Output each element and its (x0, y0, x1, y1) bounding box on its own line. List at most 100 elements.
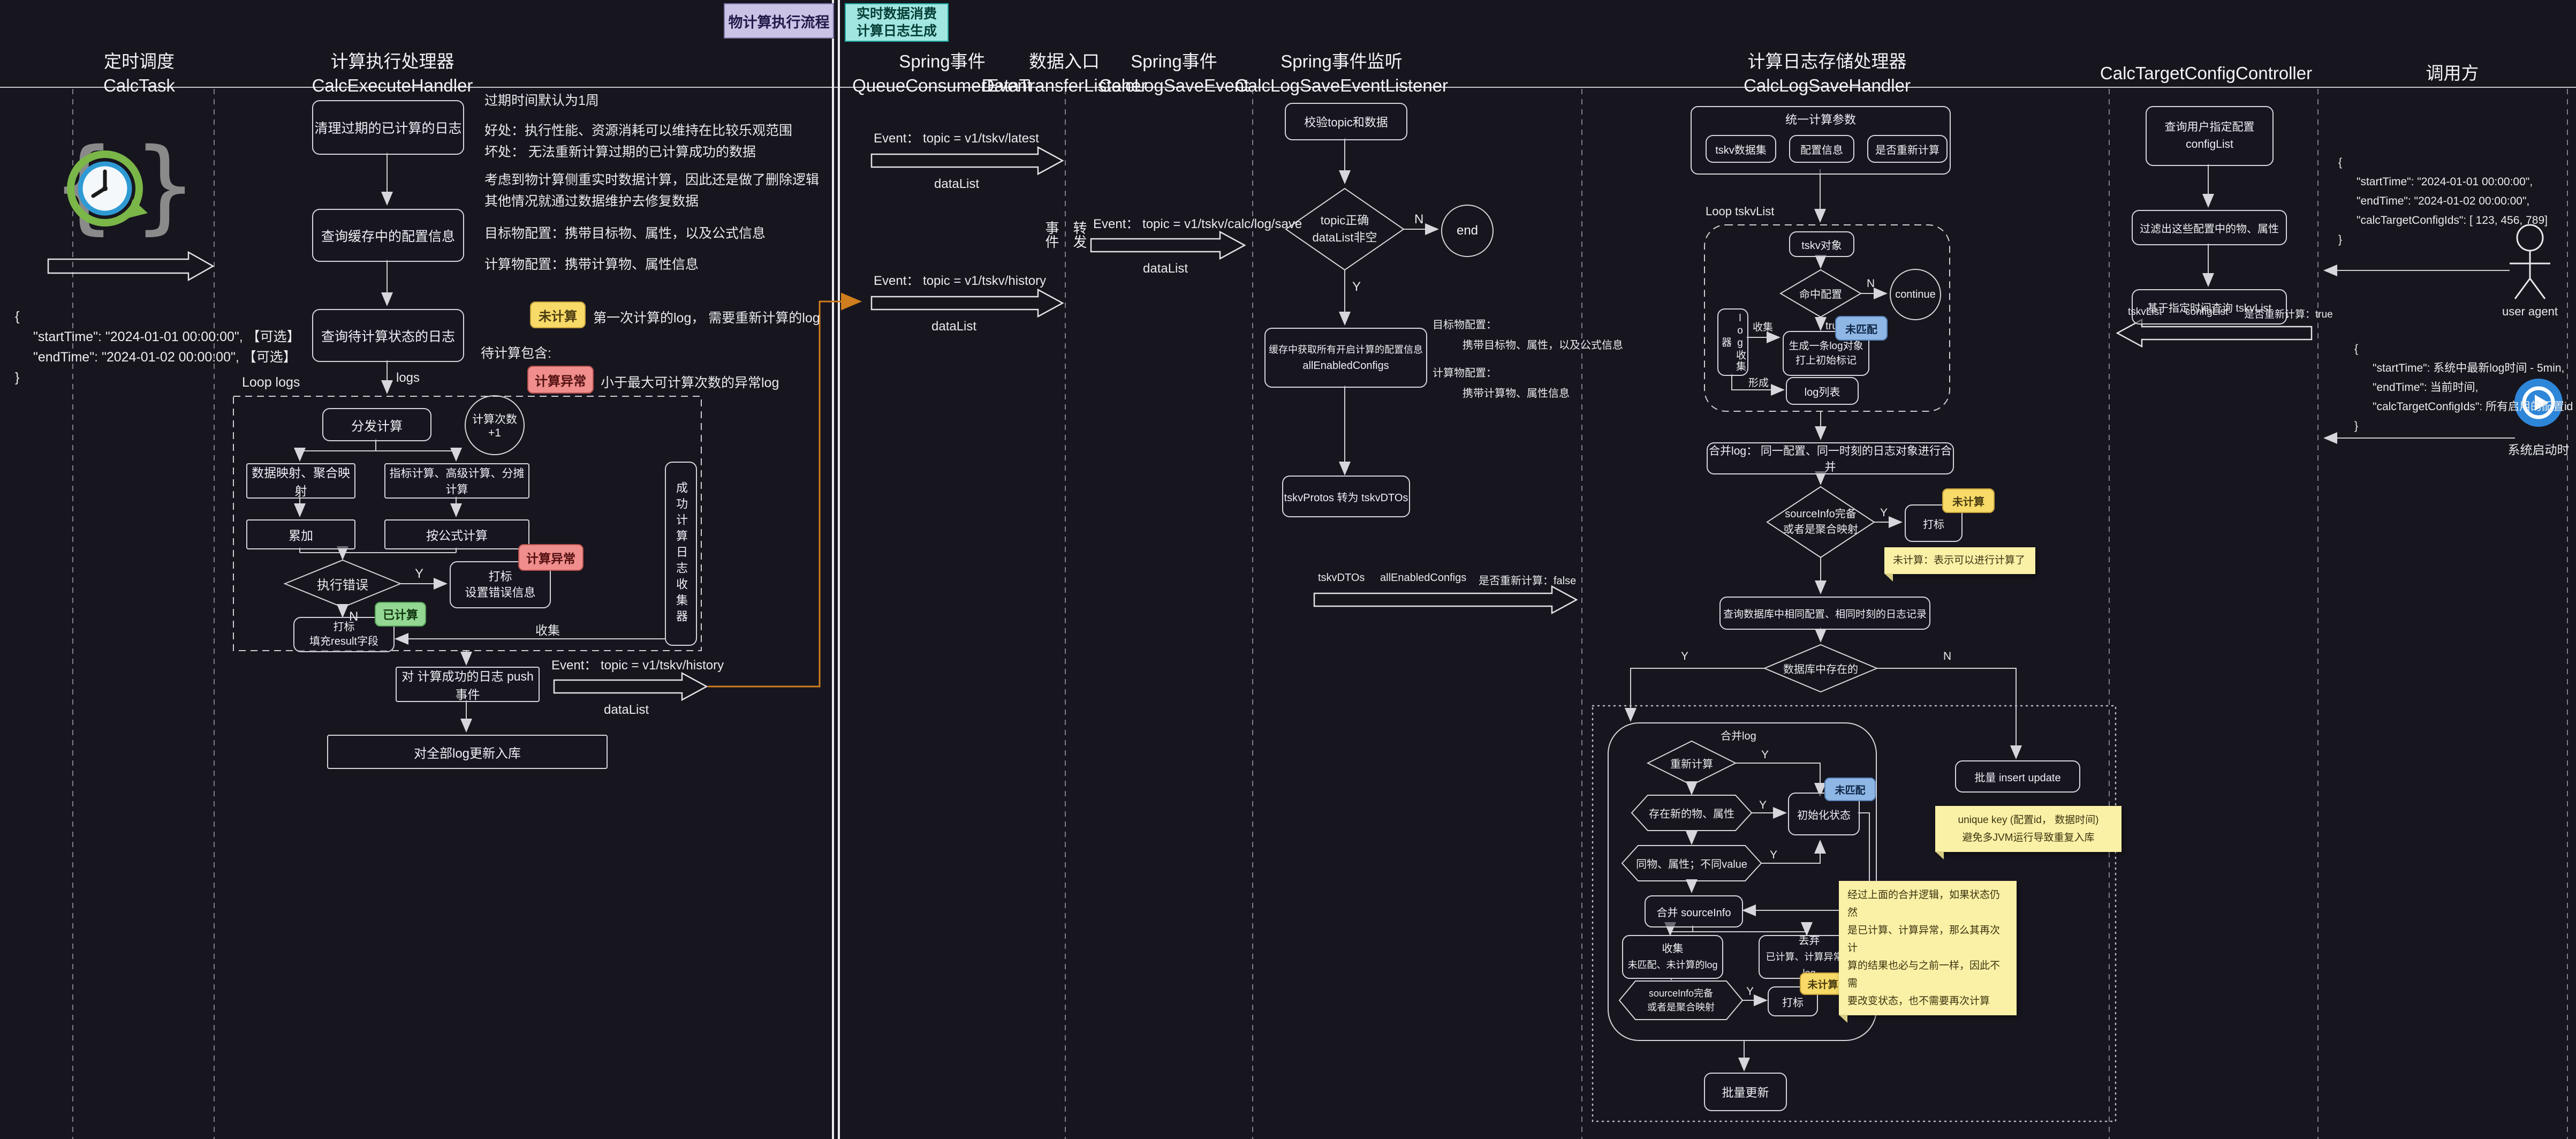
lane-header-calctargetconfigcontroller: CalcTargetConfigController (2100, 61, 2312, 85)
get-enabled-configs-box: 缓存中获取所有开启计算的配置信息allEnabledConfigs (1264, 328, 1427, 388)
lane-header-caller: 调用方 (2426, 61, 2479, 85)
query-user-config-box: 查询用户指定配置configList (2146, 106, 2274, 166)
form-label: 形成 (1748, 375, 1769, 389)
collect-logs-box: 收集未匹配、未计算的log (1622, 935, 1723, 979)
merge-log-frame-label: 合并log (1721, 727, 1756, 743)
user-agent-label: user agent (2502, 305, 2558, 319)
unmatched-badge-2: 未匹配 (1824, 778, 1876, 801)
sourceinfo2-yes-label: Y (1746, 985, 1754, 998)
controller-out-label-1: tskvList (2128, 306, 2162, 318)
loop-tskvlist-label: Loop tskvList (1706, 205, 1774, 218)
convert-dto-box: tskvProtos 转为 tskvDTOs (1282, 476, 1410, 517)
sourceinfo-yes-label: Y (1880, 507, 1888, 519)
expire-note: 过期时间默认为1周 好处：执行性能、资源消耗可以维持在比较乐观范围 坏处： 无法… (484, 90, 819, 212)
event-history-datalist: dataList (931, 319, 976, 334)
same-diff-yes-label: Y (1770, 849, 1777, 862)
log-list-box: log列表 (1786, 377, 1859, 405)
formula-calc-box: 按公式计算 (384, 519, 529, 549)
push-event-box: 对 计算成功的日志 push事件 (396, 667, 540, 702)
hit-config-no-label: N (1867, 277, 1875, 290)
calc-error-badge: 计算异常 (527, 366, 594, 394)
event-save-label: Event： topic = v1/tskv/calc/log/save (1093, 213, 1302, 232)
query-cache-config-box: 查询缓存中的配置信息 (312, 209, 464, 262)
collect-label: 收集 (535, 620, 560, 638)
controller-out-label-2: configList (2185, 306, 2228, 318)
new-thing-hex-label: 存在新的物、属性 (1649, 805, 1734, 821)
target-config-note: 目标物配置：携带目标物、属性，以及公式信息 (484, 223, 766, 242)
event-latest-label: Event： topic = v1/tskv/latest (874, 127, 1039, 146)
exec-error-yes-label: Y (415, 567, 423, 582)
exists-yes-label: Y (1681, 650, 1688, 663)
topic-check-yes-label: Y (1352, 280, 1361, 295)
topic-check-no-label: N (1414, 212, 1423, 227)
param-config-info: 配置信息 (1789, 135, 1854, 163)
end-circle: end (1441, 205, 1494, 257)
push-event-connector (708, 301, 859, 687)
unique-key-note: unique key (配置id， 数据时间)避免多JVM运行导致重复入库 (1935, 806, 2122, 852)
merge-logic-note: 经过上面的合并逻辑，如果状态仍然是已计算、计算异常，那么其再次计 算的结果也必与… (1839, 881, 2017, 1015)
event-latest-datalist: dataList (934, 177, 979, 192)
accumulate-box: 累加 (246, 519, 355, 549)
system-boot-label: 系统启动时 (2508, 440, 2570, 458)
param-tskv-dataset: tskv数据集 (1706, 135, 1776, 163)
sourceinfo-diamond-label: sourceInfo完备或者是聚合映射 (1783, 507, 1858, 538)
lane-header-calclogsaveeventlistener: Spring事件监听CalcLogSaveEventListener (1235, 49, 1448, 97)
listener-out-label-3: 是否重新计算：false (1479, 572, 1576, 587)
query-pending-logs-box: 查询待计算状态的日志 (312, 309, 464, 362)
lane-header-calclogsavehandler: 计算日志存储处理器CalcLogSaveHandler (1744, 49, 1911, 97)
dispatch-calc-box: 分发计算 (322, 408, 431, 441)
not-calc-badge-handler: 未计算 (1942, 488, 1995, 513)
lane-header-calclogsaveevent: Spring事件CalcLogSaveEvent (1099, 49, 1249, 97)
continue-circle: continue (1890, 269, 1941, 320)
query-db-logs-box: 查询数据库中相同配置、相同时刻的日志记录 (1719, 597, 1930, 630)
scheduler-clock-icon: { } (51, 126, 198, 245)
diagram-canvas: { } (0, 0, 2576, 1139)
new-thing-yes-label: Y (1759, 799, 1767, 812)
forward-label-right: 转发 (1070, 221, 1089, 280)
listener-flow-arrows (1345, 138, 1437, 473)
calc-error-badge-2: 计算异常 (518, 544, 584, 571)
update-all-logs-box: 对全部log更新入库 (327, 735, 608, 769)
batch-update-box: 批量更新 (1704, 1073, 1787, 1111)
caller-request-json: { "startTime": "2024-01-01 00:00:00", "e… (2338, 153, 2548, 250)
connector-layer: { } (0, 0, 2576, 1139)
recalc-diamond-label: 重新计算 (1670, 756, 1713, 771)
listener-out-label-1: tskvDTOs (1318, 572, 1365, 584)
exec-error-diamond-label: 执行错误 (317, 575, 368, 593)
controller-out-label-3: 是否重新计算：true (2244, 306, 2333, 321)
same-diff-hex-label: 同物、属性；不同value (1636, 856, 1747, 871)
calc-config-note: 计算物配置：携带计算物、属性信息 (484, 254, 699, 273)
listener-out-label-2: allEnabledConfigs (1380, 572, 1466, 584)
unmatched-badge: 未匹配 (1835, 316, 1888, 341)
flow-tag-realtime: 实时数据消费计算日志生成 (845, 3, 949, 42)
batch-insert-box: 批量 insert update (1955, 760, 2080, 793)
tskv-object-box: tskv对象 (1789, 231, 1854, 257)
max-retry-note: 小于最大可计算次数的异常log (601, 372, 779, 391)
flow-tag-exec: 物计算执行流程 (724, 3, 834, 39)
push-event-topic-label: Event： topic = v1/tskv/history (551, 654, 724, 673)
indicator-calc-box: 指标计算、高级计算、分摊计算 (384, 463, 529, 499)
success-log-collector-box: 成功计算日志收集器 (665, 462, 697, 646)
handler-collect-label: 收集 (1753, 319, 1773, 334)
merge-sourceinfo-box: 合并 sourceInfo (1645, 895, 1743, 927)
filter-config-box: 过滤出这些配置中的物、属性 (2132, 210, 2287, 245)
log-collector-box: log收集器 (1717, 308, 1748, 376)
logs-arrow-label: logs (396, 371, 420, 386)
validate-topic-box: 校验topic和数据 (1285, 103, 1407, 140)
merge-log-box: 合并log： 同一配置、同一时刻的日志对象进行合并 (1707, 442, 1954, 474)
calculated-badge: 已计算 (375, 602, 426, 627)
push-event-datalist-label: dataList (604, 703, 649, 718)
exists-no-label: N (1943, 650, 1951, 663)
loop-logs-label: Loop logs (242, 375, 300, 390)
pending-contains-label: 待计算包含: (481, 343, 551, 362)
exists-diamond-label: 数据库中存在的 (1783, 661, 1858, 676)
boot-request-json: { "startTime": 系统中最新log时间 - 5min, "endTi… (2354, 340, 2573, 436)
topic-check-diamond-label: topic正确dataList非空 (1312, 212, 1377, 246)
sourceinfo2-hex-label: sourceInfo完备或者是聚合映射 (1647, 986, 1715, 1014)
first-calc-note: 第一次计算的log， 需要重新计算的log (593, 307, 820, 327)
lane-header-calctask: 定时调度CalcTask (103, 49, 175, 97)
not-calc-note: 未计算：表示可以进行计算了 (1884, 547, 2035, 574)
event-history-label: Event： topic = v1/tskv/history (874, 270, 1046, 289)
exec-error-no-label: N (349, 609, 358, 624)
calc-count-circle: 计算次数 +1 (465, 395, 525, 455)
